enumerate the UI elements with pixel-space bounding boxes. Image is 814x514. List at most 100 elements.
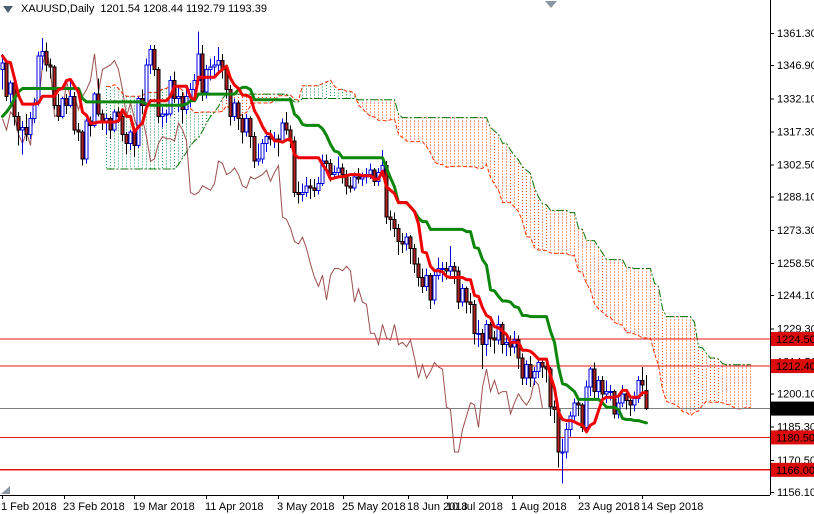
candle-body [597,380,600,391]
candle-body [465,289,468,302]
candle-body [161,114,164,116]
y-tick-label: 1200.10 [777,389,814,401]
candle-body [137,99,140,146]
level-price-badge-text: 1166.00 [776,465,814,477]
candle-body [429,275,432,300]
candle-body [325,161,328,163]
candle-body [209,67,212,69]
current-price-badge-text: 1193.39 [776,404,814,416]
candle-body [65,99,68,106]
price-chart[interactable]: 1361.301346.901332.101317.301302.501288.… [0,0,814,514]
candle-body [477,333,480,334]
candle-body [397,228,400,241]
candle-body [541,362,544,366]
candle-body [213,65,216,67]
x-tick-label: 19 Mar 2018 [133,501,195,513]
price-levels [0,339,770,470]
candle-body [1,63,4,70]
candle-body [25,128,28,135]
candle-body [153,49,156,69]
candle-body [61,99,64,117]
candle-body [41,52,44,56]
level-price-badge: 1212.40 [771,359,814,373]
chart-dropdown-icon[interactable] [3,6,13,13]
candle-body [481,333,484,344]
candle-body [73,96,76,130]
candle-body [301,192,304,194]
candle-body [69,96,72,105]
candle-body [417,264,420,277]
candle-body [201,54,204,92]
candle-body [357,177,360,179]
current-price-badge: 1193.39 [771,402,814,416]
candle-body [525,365,528,378]
candle-body [329,163,332,174]
candle-body [461,289,464,302]
candle-body [613,392,616,414]
candle-body [49,65,52,67]
chart-window: 1361.301346.901332.101317.301302.501288.… [0,0,814,514]
candle-body [261,143,264,159]
candle-body [233,103,236,116]
level-price-badge-text: 1212.40 [776,361,814,373]
candle-body [45,52,48,65]
candles-layer [1,31,648,483]
candle-body [253,137,256,162]
candle-body [405,237,408,244]
candle-body [9,83,12,94]
chart-shift-marker-icon[interactable] [545,1,557,8]
x-tick-label: 1 Feb 2018 [1,501,57,513]
y-tick-label: 1332.10 [777,93,814,105]
candle-body [537,362,540,371]
candle-body [37,56,40,103]
candle-body [401,242,404,244]
candle-body [413,248,416,264]
x-tick-label: 23 Feb 2018 [63,501,125,513]
candle-body [585,387,588,427]
level-price-badge: 1224.50 [771,332,814,346]
candle-body [309,186,312,188]
candle-body [149,49,152,65]
candle-body [521,358,524,378]
candle-body [57,105,60,116]
x-tick-label: 14 Sep 2018 [641,501,703,513]
candle-body [217,61,220,65]
x-tick-label: 1 Aug 2018 [511,501,567,513]
candle-body [349,186,352,188]
candle-body [281,123,284,141]
candle-body [341,168,344,175]
candle-body [445,269,448,271]
candle-body [109,119,112,130]
candle-body [121,116,124,134]
candle-body [129,132,132,143]
candle-body [529,365,532,378]
y-tick-label: 1288.10 [777,192,814,204]
y-tick-label: 1317.30 [777,126,814,138]
scroll-start-marker-icon[interactable] [1,486,10,494]
candle-body [453,266,456,270]
candle-body [489,324,492,337]
candle-body [641,380,644,384]
candle-body [181,96,184,109]
candle-body [565,430,568,452]
level-price-badge-text: 1180.50 [776,432,814,444]
candle-body [633,398,636,405]
y-tick-label: 1302.50 [777,160,814,172]
candle-body [421,277,424,286]
ohlc-values: 1201.54 1208.44 1192.79 1193.39 [100,3,267,15]
candle-body [425,275,428,286]
y-tick-label: 1156.10 [777,487,814,499]
candle-body [621,394,624,403]
candle-body [241,119,244,132]
candle-body [353,177,356,188]
candle-body [21,128,24,130]
candle-body [5,63,8,97]
x-tick-label: 25 May 2018 [342,501,406,513]
candle-body [81,132,84,159]
candle-body [157,69,160,116]
candle-body [245,119,248,132]
candle-body [561,452,564,453]
candle-body [473,304,476,333]
candle-body [133,132,136,145]
senkou-span-b-line [107,94,751,365]
